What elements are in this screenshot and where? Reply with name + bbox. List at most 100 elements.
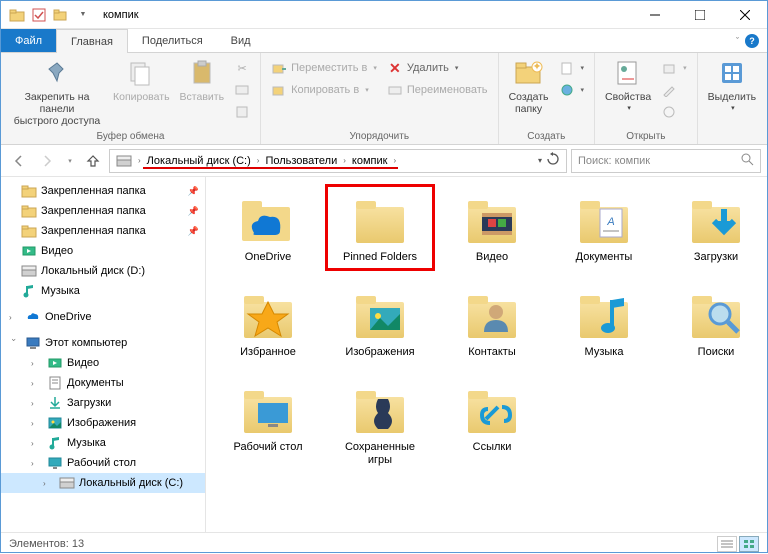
tree-quick-item[interactable]: Закрепленная папка📌 — [1, 201, 205, 221]
tree-onedrive[interactable]: ›OneDrive — [1, 307, 205, 327]
navigation-tree[interactable]: Закрепленная папка📌Закрепленная папка📌За… — [1, 177, 206, 532]
forward-button[interactable] — [35, 149, 59, 173]
folder-icon — [236, 381, 300, 437]
folder-icon — [21, 243, 37, 259]
folder-item[interactable]: Поиски — [664, 282, 767, 363]
close-button[interactable] — [722, 1, 767, 29]
refresh-icon[interactable] — [546, 152, 560, 169]
back-button[interactable] — [7, 149, 31, 173]
tab-view[interactable]: Вид — [217, 29, 265, 52]
tab-file[interactable]: Файл — [1, 29, 56, 52]
new-item-button[interactable]: ▾ — [555, 57, 589, 79]
copy-path-button — [230, 79, 254, 101]
address-bar[interactable]: › Локальный диск (C:) › Пользователи › к… — [109, 149, 567, 173]
pin-to-quick-access-button[interactable]: Закрепить на панели быстрого доступа — [7, 55, 107, 129]
folder-item[interactable]: Pinned Folders — [328, 187, 432, 268]
easy-access-icon — [559, 82, 575, 98]
copy-button: Копировать — [109, 55, 174, 105]
expand-icon[interactable]: › — [10, 338, 19, 348]
ribbon-help: ˇ ? — [736, 29, 767, 52]
crumb-sep-icon[interactable]: › — [343, 156, 346, 165]
address-dropdown-icon[interactable]: ▾ — [538, 156, 542, 165]
select-button[interactable]: Выделить ▾ — [704, 55, 760, 117]
tab-share[interactable]: Поделиться — [128, 29, 217, 52]
crumb-sep-icon[interactable]: › — [257, 156, 260, 165]
folder-item[interactable]: AДокументы — [552, 187, 656, 268]
tree-item-label: Закрепленная папка — [41, 185, 146, 197]
tree-quick-item[interactable]: Закрепленная папка📌 — [1, 221, 205, 241]
qat-dropdown-icon[interactable]: ▼ — [73, 5, 93, 25]
properties-button[interactable]: Свойства ▾ — [601, 55, 655, 117]
tree-quick-item[interactable]: Видео — [1, 241, 205, 261]
easy-access-button[interactable]: ▾ — [555, 79, 589, 101]
expand-icon[interactable]: › — [31, 399, 41, 408]
tree-item-label: Изображения — [67, 417, 136, 429]
folder-icon — [684, 191, 748, 247]
item-label: Загрузки — [694, 251, 738, 264]
folder-item[interactable]: Сохраненныеигры — [328, 377, 432, 471]
folder-item[interactable]: Ссылки — [440, 377, 544, 471]
folder-item[interactable]: Изображения — [328, 282, 432, 363]
recent-button[interactable]: ▾ — [63, 149, 77, 173]
tree-pc-item[interactable]: ›Загрузки — [1, 393, 205, 413]
properties-icon[interactable] — [29, 5, 49, 25]
folder-icon — [21, 263, 37, 279]
details-view-button[interactable] — [717, 536, 737, 552]
folder-item[interactable]: Избранное — [216, 282, 320, 363]
expand-icon[interactable]: › — [31, 459, 41, 468]
crumb-current[interactable]: компик — [348, 155, 392, 167]
new-folder-button[interactable]: ✦ Создать папку — [505, 55, 553, 117]
expand-icon[interactable]: › — [31, 419, 41, 428]
tree-pc-item[interactable]: ›Документы — [1, 373, 205, 393]
item-label: OneDrive — [245, 251, 291, 264]
folder-item[interactable]: Рабочий стол — [216, 377, 320, 471]
ribbon-group-open: Свойства ▾ ▾ Открыть — [595, 53, 698, 144]
minimize-button[interactable] — [632, 1, 677, 29]
crumb-local-disk[interactable]: Локальный диск (C:) — [143, 155, 255, 167]
folder-icon — [236, 286, 300, 342]
tree-pc-item[interactable]: › Музыка — [1, 433, 205, 453]
item-label: Ссылки — [473, 441, 512, 454]
search-input[interactable]: Поиск: компик — [571, 149, 761, 173]
group-label-open: Открыть — [601, 129, 691, 144]
svg-text:A: A — [606, 216, 614, 228]
crumb-sep-icon[interactable]: › — [393, 156, 396, 165]
icons-view-button[interactable] — [739, 536, 759, 552]
expand-icon[interactable]: › — [31, 439, 41, 448]
expand-icon[interactable]: › — [31, 379, 41, 388]
ribbon-collapse-icon[interactable]: ˇ — [736, 36, 739, 46]
tree-pc-item[interactable]: ›Видео — [1, 353, 205, 373]
maximize-button[interactable] — [677, 1, 722, 29]
crumb-drive-icon[interactable] — [112, 153, 136, 169]
content-area[interactable]: OneDrive Pinned FoldersВидеоAДокументы Заг… — [206, 177, 767, 532]
crumb-users[interactable]: Пользователи — [261, 155, 341, 167]
folder-item[interactable]: Загрузки — [664, 187, 767, 268]
tree-quick-item[interactable]: Музыка — [1, 281, 205, 301]
item-icon — [47, 415, 63, 431]
paste-button: Вставить — [176, 55, 229, 105]
tree-pc-item[interactable]: ›Рабочий стол — [1, 453, 205, 473]
expand-icon[interactable]: › — [31, 359, 41, 368]
tree-this-pc[interactable]: ›Этот компьютер — [1, 333, 205, 353]
tree-pc-item[interactable]: ›Локальный диск (C:) — [1, 473, 205, 493]
paste-shortcut-button — [230, 101, 254, 123]
folder-item[interactable]: Видео — [440, 187, 544, 268]
folder-item[interactable]: Контакты — [440, 282, 544, 363]
folder-item[interactable]: OneDrive — [216, 187, 320, 268]
tree-quick-item[interactable]: Локальный диск (D:) — [1, 261, 205, 281]
crumb-sep-icon[interactable]: › — [138, 156, 141, 165]
new-folder-icon[interactable] — [51, 5, 71, 25]
chevron-down-icon: ▾ — [731, 103, 735, 115]
delete-button[interactable]: ✕Удалить▾ — [383, 57, 492, 79]
help-icon[interactable]: ? — [745, 34, 759, 48]
folder-item[interactable]: Музыка — [552, 282, 656, 363]
tree-quick-item[interactable]: Закрепленная папка📌 — [1, 181, 205, 201]
address-actions: ▾ — [534, 152, 564, 169]
expand-icon[interactable]: › — [9, 313, 19, 322]
up-button[interactable] — [81, 149, 105, 173]
tree-pc-item[interactable]: › Изображения — [1, 413, 205, 433]
tree-item-label: Музыка — [67, 437, 106, 449]
tab-home[interactable]: Главная — [56, 29, 128, 53]
expand-icon[interactable]: › — [43, 479, 53, 488]
item-icon — [47, 355, 63, 371]
